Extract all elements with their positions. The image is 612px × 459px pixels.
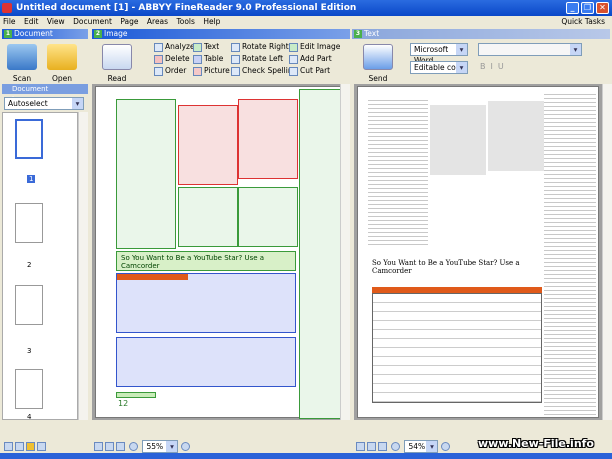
recognized-text-page: So You Want to Be a YouTube Star? Use a … (357, 86, 599, 418)
actual-size-icon[interactable] (378, 442, 387, 451)
table-area[interactable] (116, 273, 296, 333)
table-area[interactable] (116, 337, 296, 387)
menu-edit[interactable]: Edit (24, 17, 39, 26)
text-view: So You Want to Be a YouTube Star? Use a … (354, 84, 602, 420)
cut-part-button[interactable]: Cut Part (289, 65, 340, 77)
minimize-button[interactable]: _ (566, 2, 579, 14)
zoom-out-icon[interactable] (391, 442, 401, 451)
maximize-button[interactable]: ❐ (581, 2, 594, 14)
fit-width-icon[interactable] (105, 442, 114, 451)
text-area[interactable] (116, 99, 176, 249)
pages-icon[interactable] (4, 441, 13, 451)
language-select[interactable]: Autoselect (4, 97, 84, 110)
taskbar (0, 453, 612, 459)
picture (430, 105, 486, 175)
window-title: Untitled document [1] - ABBYY FineReader… (16, 3, 357, 13)
scan-button[interactable]: Scan (4, 44, 40, 83)
font-select[interactable] (478, 43, 582, 56)
page-thumbnail-2[interactable] (15, 203, 43, 243)
quick-tasks-button[interactable]: Quick Tasks (561, 16, 605, 28)
title-bar: Untitled document [1] - ABBYY FineReader… (0, 0, 612, 16)
picture-area[interactable] (178, 105, 238, 185)
format-buttons[interactable]: BIU (480, 62, 509, 71)
options-icon[interactable] (26, 441, 35, 451)
page-number-label: 12 (118, 399, 129, 408)
delete-button[interactable]: Delete (154, 53, 195, 65)
zoom-in-icon[interactable] (440, 442, 450, 451)
text-area[interactable] (238, 187, 298, 247)
text-zoom-select[interactable]: 54% (404, 440, 439, 453)
check-spelling-button[interactable]: Check Spelling (231, 65, 297, 77)
page-thumbnail-1[interactable] (15, 119, 43, 159)
document-panel-header: 1 Document (2, 29, 88, 39)
app-icon (2, 3, 12, 13)
menu-areas[interactable]: Areas (147, 17, 168, 26)
image-view: So You Want to Be a YouTube Star? Use a … (92, 84, 346, 420)
text-area[interactable] (116, 392, 156, 398)
document-languages-header: Document Languages (2, 84, 88, 103)
word-icon (363, 44, 393, 70)
folder-icon (47, 44, 77, 70)
text-area[interactable] (178, 187, 238, 247)
analyze-button[interactable]: Analyze (154, 41, 195, 53)
text-scrollbar[interactable] (602, 84, 612, 420)
add-part-button[interactable]: Add Part (289, 53, 340, 65)
recognized-headline: So You Want to Be a YouTube Star? Use a … (372, 259, 520, 275)
text-area-button[interactable]: Text (193, 41, 230, 53)
image-panel-header: 2 Image (92, 29, 350, 39)
document-panel-title: Document (14, 29, 53, 38)
menu-bar: File Edit View Document Page Areas Tools… (0, 16, 612, 28)
picture-area-button[interactable]: Picture (193, 65, 230, 77)
send-format-select[interactable]: Microsoft Word (410, 43, 468, 65)
view-icon[interactable] (37, 441, 46, 451)
menu-page[interactable]: Page (120, 17, 138, 26)
close-button[interactable]: ✕ (596, 2, 609, 14)
scanner-icon (7, 44, 37, 70)
table-area-button[interactable]: Table (193, 53, 230, 65)
text-panel-header: 3 Text (352, 29, 610, 39)
zoom-in-icon[interactable] (180, 442, 190, 451)
page-thumbnail-3[interactable] (15, 285, 43, 325)
edit-image-button[interactable]: Edit Image (289, 41, 340, 53)
fit-page-icon[interactable] (356, 442, 365, 451)
menu-file[interactable]: File (3, 17, 16, 26)
menu-tools[interactable]: Tools (176, 17, 194, 26)
save-icon[interactable] (15, 441, 24, 451)
page-image: So You Want to Be a YouTube Star? Use a … (95, 86, 343, 419)
image-scrollbar[interactable] (340, 84, 350, 420)
read-icon (102, 44, 132, 70)
thumbnails-scrollbar[interactable] (78, 112, 88, 420)
recognized-table (372, 293, 542, 403)
image-bottom-toolbar: 55% (94, 440, 344, 453)
document-bottom-toolbar (4, 440, 48, 452)
fit-width-icon[interactable] (367, 442, 376, 451)
actual-size-icon[interactable] (116, 442, 125, 451)
rotate-left-button[interactable]: Rotate Left (231, 53, 297, 65)
page-thumbnail-4[interactable] (15, 369, 43, 409)
watermark: www.New-File.info (478, 437, 594, 450)
fit-page-icon[interactable] (94, 442, 103, 451)
picture (488, 101, 544, 171)
text-mode-select[interactable]: Editable copy (410, 61, 468, 74)
text-area[interactable] (299, 89, 341, 419)
menu-help[interactable]: Help (203, 17, 220, 26)
read-button[interactable]: Read (100, 44, 134, 83)
menu-document[interactable]: Document (73, 17, 112, 26)
image-zoom-select[interactable]: 55% (142, 440, 179, 453)
order-button[interactable]: Order (154, 65, 195, 77)
rotate-right-button[interactable]: Rotate Right (231, 41, 297, 53)
image-panel-title: Image (104, 29, 128, 38)
page-thumbnails: 1 2 3 4 (2, 112, 78, 421)
headline-area[interactable]: So You Want to Be a YouTube Star? Use a … (116, 251, 296, 271)
send-button[interactable]: Send (362, 44, 394, 83)
open-button[interactable]: Open (44, 44, 80, 83)
picture-area[interactable] (238, 99, 298, 179)
text-panel-title: Text (364, 29, 380, 38)
zoom-out-icon[interactable] (129, 442, 139, 451)
menu-view[interactable]: View (47, 17, 65, 26)
